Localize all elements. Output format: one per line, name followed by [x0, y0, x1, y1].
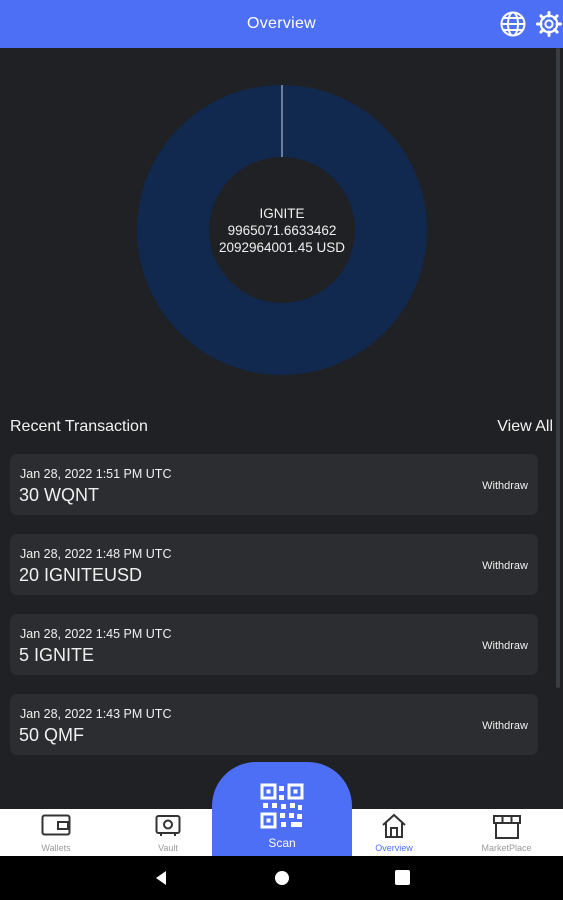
- qr-code-icon: [260, 783, 304, 829]
- nav-vault[interactable]: Vault: [112, 809, 224, 856]
- view-all-link[interactable]: View All: [497, 418, 553, 436]
- transaction-card[interactable]: Jan 28, 2022 1:51 PM UTC 30 WQNT Withdra…: [10, 454, 538, 515]
- transaction-date: Jan 28, 2022 1:51 PM UTC: [20, 467, 172, 481]
- storefront-icon: [492, 815, 521, 839]
- home-icon: [382, 813, 406, 838]
- app-header: Overview: [0, 0, 563, 48]
- transaction-amount: 30 WQNT: [19, 485, 100, 505]
- page-title: Overview: [246, 15, 317, 32]
- globe-icon[interactable]: [499, 10, 527, 38]
- nav-wallets[interactable]: Wallets: [0, 809, 112, 856]
- transaction-type: Withdraw: [482, 560, 528, 572]
- asset-name: IGNITE: [259, 206, 305, 221]
- scan-label: Scan: [268, 836, 296, 850]
- transaction-date: Jan 28, 2022 1:45 PM UTC: [20, 627, 172, 641]
- chart-center-label: IGNITE 9965071.6633462 2092964001.45 USD: [137, 205, 427, 256]
- transaction-date: Jan 28, 2022 1:48 PM UTC: [20, 547, 172, 561]
- scrollbar[interactable]: [556, 48, 560, 688]
- nav-marketplace[interactable]: MarketPlace: [450, 809, 563, 856]
- recents-icon[interactable]: [395, 870, 410, 885]
- transaction-type: Withdraw: [482, 720, 528, 732]
- transaction-card[interactable]: Jan 28, 2022 1:48 PM UTC 20 IGNITEUSD Wi…: [10, 534, 538, 595]
- recent-transaction-heading: Recent Transaction: [10, 418, 148, 435]
- gear-icon[interactable]: [535, 10, 563, 38]
- transaction-amount: 20 IGNITEUSD: [19, 565, 143, 585]
- system-navigation-bar: [0, 856, 563, 900]
- transaction-type: Withdraw: [482, 640, 528, 652]
- transaction-card[interactable]: Jan 28, 2022 1:45 PM UTC 5 IGNITE Withdr…: [10, 614, 538, 675]
- wallet-icon: [41, 814, 71, 836]
- nav-vault-label: Vault: [158, 843, 178, 853]
- transaction-amount: 50 QMF: [19, 725, 85, 745]
- nav-wallets-label: Wallets: [41, 843, 71, 853]
- vault-icon: [155, 815, 181, 836]
- home-button-icon[interactable]: [274, 870, 290, 886]
- asset-usd-value: 2092964001.45 USD: [218, 240, 346, 255]
- asset-amount: 9965071.6633462: [227, 223, 337, 238]
- nav-overview[interactable]: Overview: [338, 809, 450, 856]
- scan-button[interactable]: Scan: [212, 762, 352, 858]
- nav-marketplace-label: MarketPlace: [481, 843, 532, 853]
- transaction-card[interactable]: Jan 28, 2022 1:43 PM UTC 50 QMF Withdraw: [10, 694, 538, 755]
- back-icon[interactable]: [153, 870, 169, 886]
- transaction-date: Jan 28, 2022 1:43 PM UTC: [20, 707, 172, 721]
- transaction-amount: 5 IGNITE: [19, 645, 95, 665]
- nav-overview-label: Overview: [375, 843, 413, 853]
- transaction-type: Withdraw: [482, 480, 528, 492]
